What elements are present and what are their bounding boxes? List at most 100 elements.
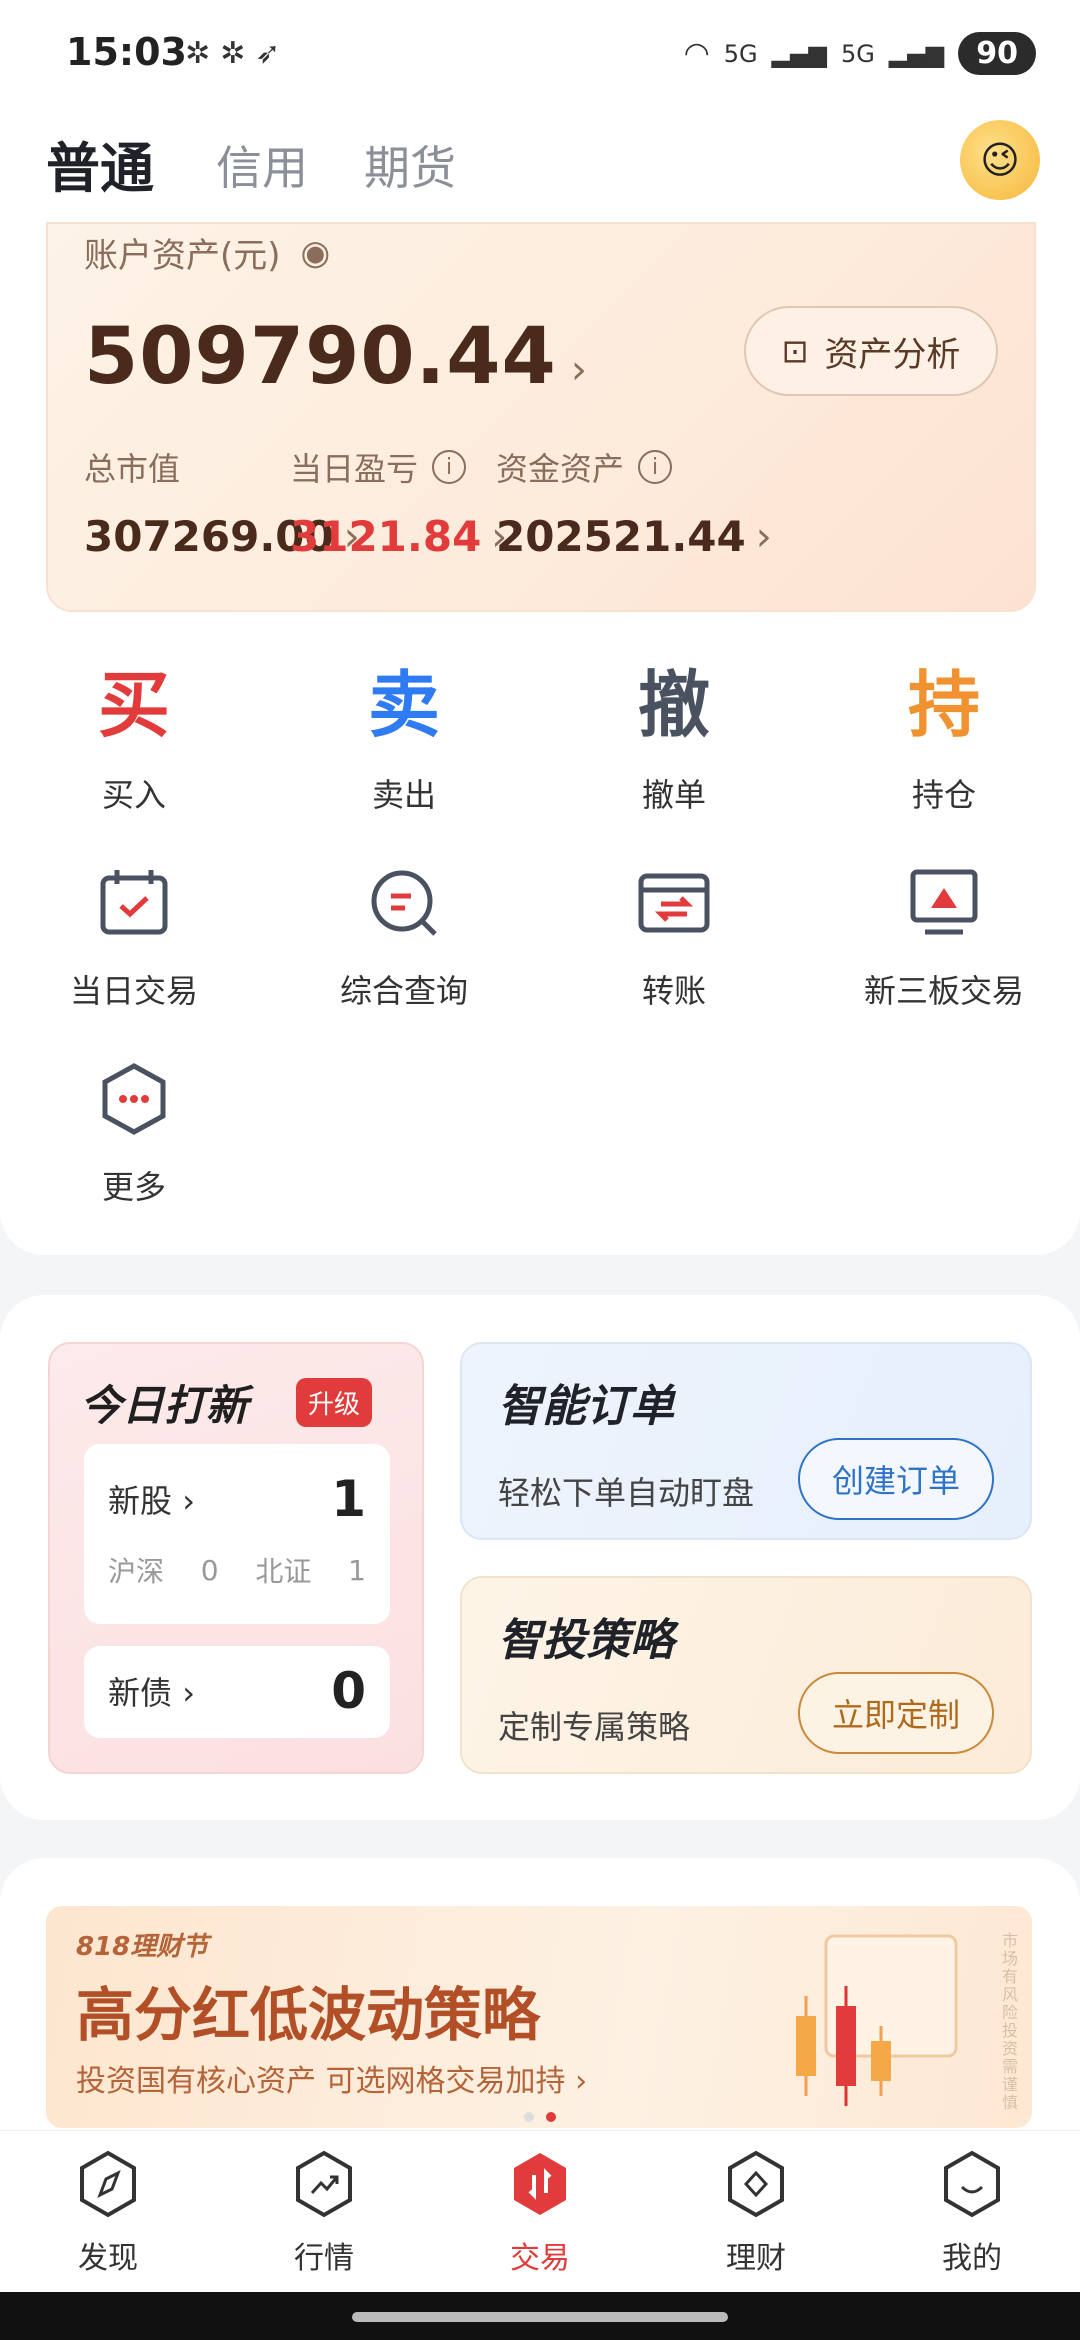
eye-icon[interactable]: ◉ [301,233,331,273]
smile-icon [944,2150,1000,2218]
neeq-trade-button[interactable]: 新三板交易 [834,866,1054,1012]
chevron-right-icon: › [570,347,588,393]
new-stock-label: 新股 [108,1482,173,1520]
buy-glyph: 买 [97,663,170,747]
asset-analysis-label: 资产分析 [824,334,961,375]
nav-market-label: 行情 [294,2241,354,2276]
ipo-panel[interactable]: 今日打新 升级 新股 › 1 沪深 0 北证 1 新债 › 0 [48,1342,424,1774]
sell-label: 卖出 [371,776,436,814]
nav-mine[interactable]: 我的 [892,2149,1052,2277]
stat-daily-pnl[interactable]: 当日盈亏 i 3121.84 › [290,444,507,561]
sell-button[interactable]: 卖 卖出 [304,660,504,816]
nav-trade[interactable]: 交易 [460,2149,620,2277]
daily-trade-label: 当日交易 [69,972,198,1010]
tab-futures[interactable]: 期货 [364,132,456,198]
nav-discover[interactable]: 发现 [28,2149,188,2277]
new-bond-box[interactable]: 新债 › 0 [84,1646,390,1738]
query-button[interactable]: 综合查询 [294,866,514,1012]
wifi-icon: ◠ [683,36,710,71]
neeq-trade-label: 新三板交易 [863,972,1024,1010]
candlestick-illustration-icon [796,1934,958,2106]
banner-tag: 818理财节 [76,1932,209,1962]
tab-credit[interactable]: 信用 [216,132,308,198]
asset-card: 账户资产(元) ◉ 509790.44 › ⊡ 资产分析 总市值 307269.… [46,222,1036,612]
info-icon[interactable]: i [432,450,467,484]
trend-icon [296,2150,352,2218]
nav-trade-label: 交易 [510,2241,570,2276]
trade-icon [514,2153,566,2215]
pager-dot[interactable] [524,2112,534,2122]
stat-label: 资金资产 [496,450,625,488]
home-indicator[interactable] [352,2312,728,2322]
promo-banner[interactable]: 818理财节 高分红低波动策略 投资国有核心资产 可选网格交易加持 › 市场有风… [46,1906,1032,2128]
create-order-button[interactable]: 创建订单 [798,1438,994,1520]
pager-dot-active[interactable] [546,2112,556,2122]
monitor-chart-icon [910,869,978,935]
ipo-title: 今日打新 [80,1381,249,1430]
bj-label: 北证 [255,1555,312,1588]
daily-trade-button[interactable]: 当日交易 [24,866,244,1012]
bottom-nav: 发现 行情 交易 理财 我的 [0,2130,1080,2292]
sh-sz-label: 沪深 [108,1555,165,1588]
transfer-button[interactable]: 转账 [564,866,784,1012]
stat-label: 当日盈亏 [290,450,419,488]
asset-analysis-button[interactable]: ⊡ 资产分析 [744,306,998,396]
gesture-bar [0,2292,1080,2340]
sell-glyph: 卖 [367,663,440,747]
buy-label: 买入 [101,776,166,814]
banner-title: 高分红低波动策略 [76,1981,541,2049]
smart-strategy-subtitle: 定制专属策略 [498,1708,691,1746]
smart-order-subtitle: 轻松下单自动盯盘 [498,1474,755,1512]
nav-wealth-label: 理财 [726,2241,786,2276]
status-time: 15:03 [66,30,187,74]
new-stock-count: 1 [331,1470,366,1528]
stat-value: 202521.44 [496,512,746,561]
asset-total: 509790.44 [84,312,557,402]
asset-label-row: 账户资产(元) ◉ [84,228,330,277]
bj-count: 1 [348,1553,366,1587]
nav-market[interactable]: 行情 [244,2149,404,2277]
signal-icon: ▂▄▆ [888,39,945,68]
chevron-right-icon: › [755,513,772,560]
wechat-icon: ✲ [220,36,246,71]
upgrade-badge[interactable]: 升级 [296,1378,373,1427]
asset-total-row[interactable]: 509790.44 › [84,312,588,402]
banner-subtitle: 投资国有核心资产 可选网格交易加持 › [76,2064,588,2099]
status-bar: 15:03 ✲ ✲ ➶ ◠ 5G ▂▄▆ 5G ▂▄▆ 90 [0,0,1080,110]
sh-sz-count: 0 [200,1553,219,1587]
more-label: 更多 [101,1168,166,1206]
cancel-order-button[interactable]: 撤 撤单 [574,660,774,816]
mascot-avatar-icon[interactable]: 😉 [960,120,1040,200]
signal-icon: ▂▄▆ [771,39,827,68]
more-hexagon-icon [102,1063,166,1135]
cancel-glyph: 撤 [637,663,710,747]
search-query-icon [371,870,437,936]
compass-icon [80,2150,136,2218]
nav-mine-label: 我的 [942,2241,1002,2276]
new-stock-box[interactable]: 新股 › 1 沪深 0 北证 1 [84,1444,390,1624]
info-icon[interactable]: i [638,450,673,484]
holdings-button[interactable]: 持 持仓 [844,660,1044,816]
location-icon: ➶ [255,36,281,71]
wechat-icon: ✲ [185,36,211,71]
transfer-icon [638,873,710,933]
signal-label-2: 5G [841,39,875,68]
smart-strategy-panel[interactable]: 智投策略 定制专属策略 立即定制 [460,1576,1032,1774]
calendar-check-icon [100,870,168,935]
stat-cash-asset[interactable]: 资金资产 i 202521.44 › [496,444,772,561]
risk-disclaimer: 市场有风险 投资需谨慎 [1002,1931,1019,2112]
smart-order-title: 智能订单 [498,1381,674,1432]
smart-order-panel[interactable]: 智能订单 轻松下单自动盯盘 创建订单 [460,1342,1032,1540]
buy-button[interactable]: 买 买入 [34,660,234,816]
battery-indicator: 90 [958,32,1036,75]
account-type-tabs: 普通 信用 期货 😉 [0,110,1080,220]
smart-strategy-title: 智投策略 [498,1615,674,1666]
transfer-label: 转账 [641,972,706,1010]
customize-now-button[interactable]: 立即定制 [798,1672,994,1754]
asset-label: 账户资产(元) [84,236,281,276]
nav-wealth[interactable]: 理财 [676,2149,836,2277]
banner-pager [524,2112,556,2122]
tab-normal[interactable]: 普通 [46,124,154,203]
more-button[interactable]: 更多 [24,1062,244,1208]
nav-discover-label: 发现 [78,2241,138,2276]
